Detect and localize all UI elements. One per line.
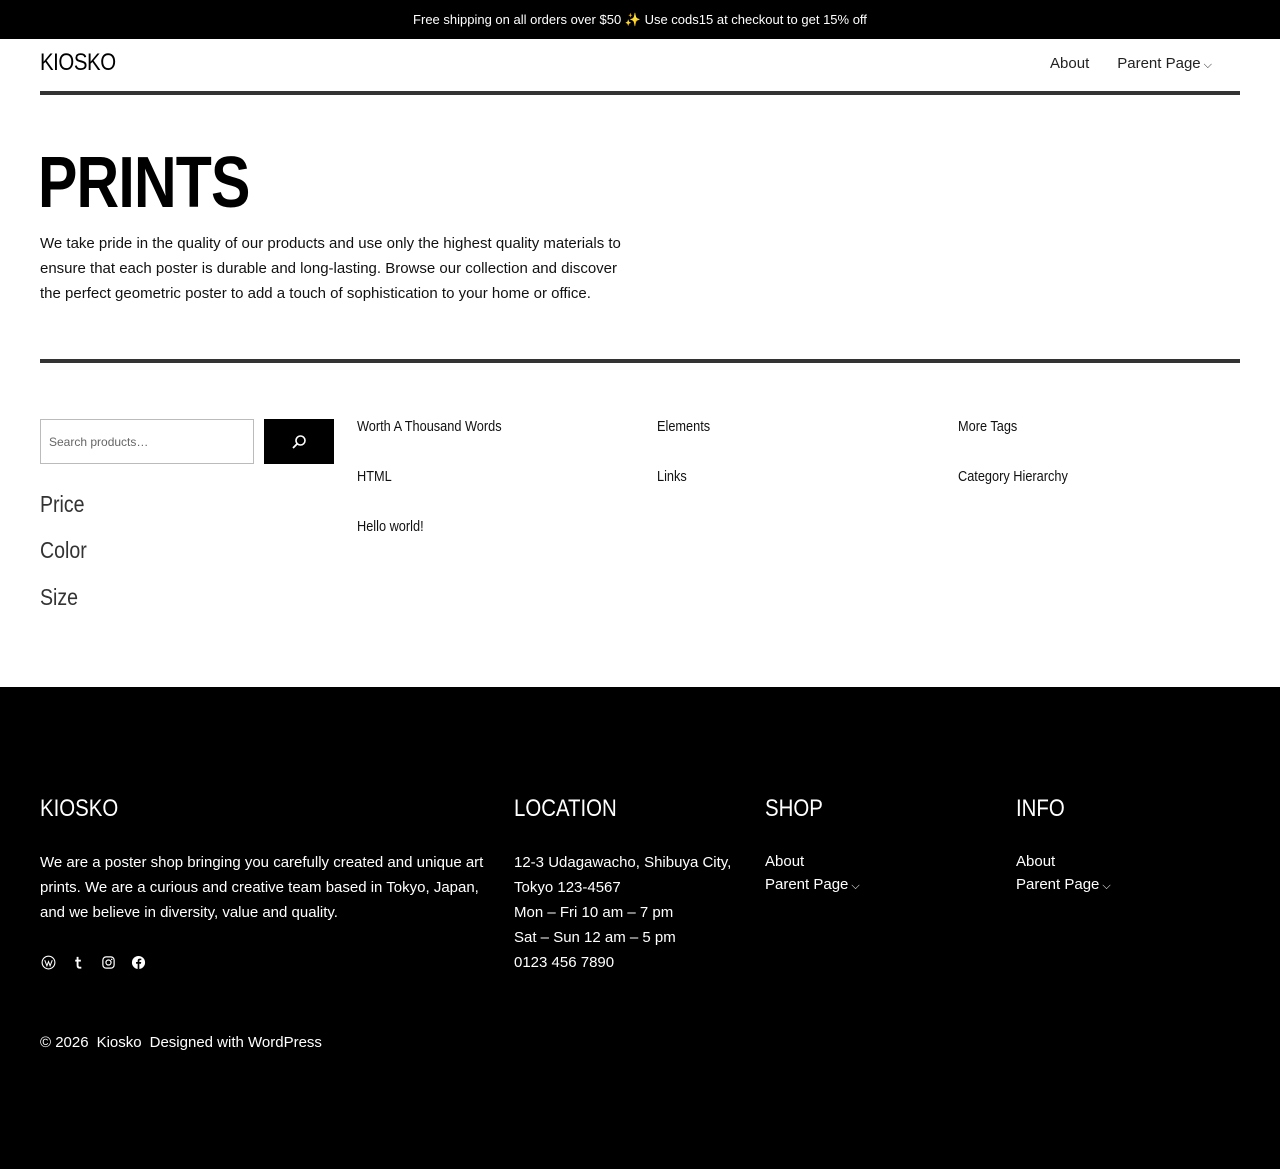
site-logo[interactable]: KIOSKO <box>40 49 116 77</box>
footer-info-link-about[interactable]: About <box>1016 853 1055 870</box>
filter-price[interactable]: Price <box>40 491 85 518</box>
post-link[interactable]: HTML <box>357 468 392 485</box>
tumblr-icon[interactable] <box>70 954 86 970</box>
chevron-down-icon: ⌵ <box>851 880 860 892</box>
location-line: 12-3 Udagawacho, Shibuya City, <box>514 854 732 871</box>
post-link[interactable]: Worth A Thousand Words <box>357 418 502 435</box>
search-button[interactable] <box>264 419 334 464</box>
footer-about-text: We are a poster shop bringing you carefu… <box>40 854 484 921</box>
main-nav: About Parent Page ⌵ <box>1050 55 1212 72</box>
footer-shop-heading: SHOP <box>765 795 823 822</box>
location-line: Tokyo 123-4567 <box>514 879 621 896</box>
copyright-site-name[interactable]: Kiosko <box>97 1034 142 1051</box>
footer-info-link-parent-page[interactable]: Parent Page ⌵ <box>1016 876 1111 893</box>
wordpress-icon[interactable] <box>40 954 56 970</box>
hero-section: PRINTS We take pride in the quality of o… <box>38 95 1240 363</box>
page-description: We take pride in the quality of our prod… <box>40 235 621 302</box>
facebook-icon[interactable] <box>130 954 146 970</box>
post-link[interactable]: More Tags <box>958 418 1017 435</box>
footer-info-heading: INFO <box>1016 795 1065 822</box>
phone-number: 0123 456 7890 <box>514 954 615 971</box>
footer-brand: KIOSKO <box>40 795 119 822</box>
site-header: KIOSKO About Parent Page ⌵ <box>40 39 1240 95</box>
shop-section: Price Color Size Worth A Thousand Words … <box>0 363 1280 688</box>
footer-shop-link-about[interactable]: About <box>765 853 804 870</box>
footer-info-link-parent-page-label: Parent Page <box>1016 876 1100 893</box>
post-link[interactable]: Links <box>657 468 687 485</box>
post-link[interactable]: Elements <box>657 418 710 435</box>
chevron-down-icon: ⌵ <box>1102 880 1111 892</box>
nav-item-parent-page[interactable]: Parent Page ⌵ <box>1117 55 1212 72</box>
post-link[interactable]: Hello world! <box>357 518 424 535</box>
instagram-icon[interactable] <box>100 954 116 970</box>
copyright-year: © 2026 <box>40 1034 89 1051</box>
copyright-credit[interactable]: Designed with WordPress <box>150 1034 322 1051</box>
search-icon <box>292 434 306 449</box>
search-input[interactable] <box>40 419 254 464</box>
page-title: PRINTS <box>38 143 250 223</box>
hours-weekend: Sat – Sun 12 am – 5 pm <box>514 929 676 946</box>
footer-shop-link-parent-page[interactable]: Parent Page ⌵ <box>765 876 860 893</box>
social-links <box>40 954 146 970</box>
nav-item-about[interactable]: About <box>1050 55 1089 72</box>
footer-shop-link-parent-page-label: Parent Page <box>765 876 849 893</box>
chevron-down-icon: ⌵ <box>1203 59 1212 71</box>
filter-color[interactable]: Color <box>40 537 87 564</box>
filter-size[interactable]: Size <box>40 584 78 611</box>
site-footer: KIOSKO We are a poster shop bringing you… <box>0 687 1280 1169</box>
post-link[interactable]: Category Hierarchy <box>958 468 1068 485</box>
nav-item-parent-page-label: Parent Page <box>1117 55 1201 72</box>
announcement-bar: Free shipping on all orders over $50 ✨ U… <box>0 0 1280 39</box>
hours-weekday: Mon – Fri 10 am – 7 pm <box>514 904 674 921</box>
copyright: © 2026 Kiosko Designed with WordPress <box>40 1034 322 1051</box>
announcement-text: Free shipping on all orders over $50 ✨ U… <box>413 11 867 27</box>
footer-location-heading: LOCATION <box>514 795 617 822</box>
footer-location: 12-3 Udagawacho, Shibuya City, Tokyo 123… <box>514 850 754 975</box>
